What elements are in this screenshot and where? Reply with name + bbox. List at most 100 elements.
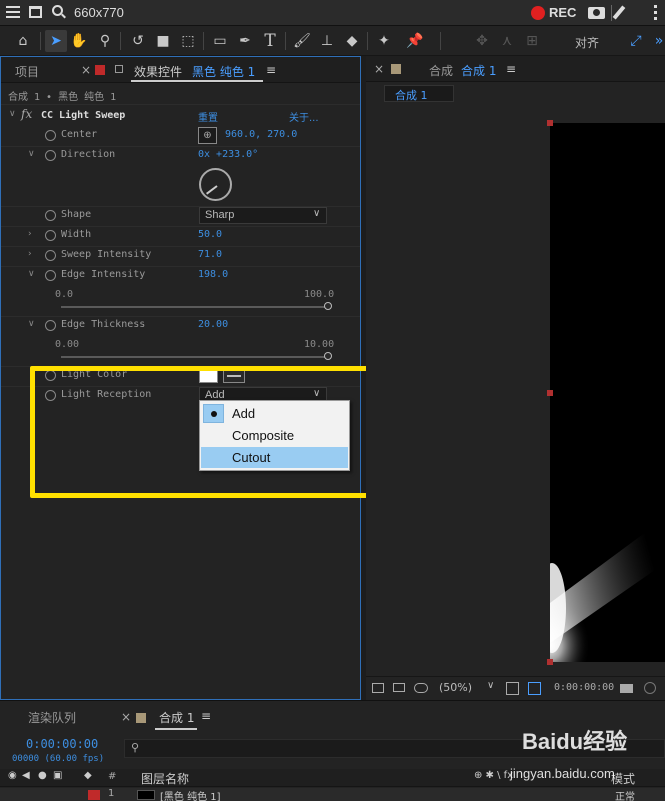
stopwatch-icon[interactable] bbox=[45, 250, 56, 261]
tab-project[interactable]: 项目 bbox=[15, 63, 39, 80]
width-value[interactable]: 50.0 bbox=[198, 229, 222, 240]
rectangle-tool-icon[interactable]: ▭ bbox=[209, 30, 231, 52]
layer-name[interactable]: [黑色 纯色 1] bbox=[160, 788, 221, 801]
axis-world-icon[interactable]: ⋏ bbox=[496, 30, 518, 52]
camera-icon[interactable] bbox=[588, 7, 605, 19]
twirl-closed-icon[interactable]: › bbox=[28, 229, 32, 239]
direction-value[interactable]: 0x +233.0° bbox=[198, 149, 258, 160]
column-layer-name[interactable]: 图层名称 bbox=[141, 770, 189, 787]
label-tag-icon[interactable]: ◆ bbox=[84, 770, 92, 781]
stopwatch-icon[interactable] bbox=[45, 130, 56, 141]
audio-icon[interactable]: ◀ bbox=[22, 770, 30, 781]
twirl-open-icon[interactable]: ∨ bbox=[28, 149, 35, 159]
fit-icon[interactable] bbox=[506, 682, 519, 695]
visibility-icon[interactable]: ◉ bbox=[8, 770, 17, 781]
workspace-icon[interactable]: » bbox=[648, 30, 665, 52]
zoom-tool-icon[interactable]: ⚲ bbox=[94, 30, 116, 52]
composition-viewer[interactable] bbox=[550, 123, 665, 662]
more-icon[interactable] bbox=[654, 5, 657, 21]
puppet-pin-tool-icon[interactable]: 📌 bbox=[404, 30, 426, 52]
home-icon[interactable]: ⌂ bbox=[12, 30, 34, 52]
panel-menu-icon[interactable]: ≡ bbox=[506, 62, 516, 76]
close-tab-icon[interactable]: × bbox=[81, 63, 91, 77]
close-tab-icon[interactable]: × bbox=[374, 62, 384, 76]
type-tool-icon[interactable]: T bbox=[259, 30, 281, 52]
layer-mode[interactable]: 正常 bbox=[615, 788, 635, 801]
stopwatch-icon[interactable] bbox=[45, 230, 56, 241]
edge-thickness-value[interactable]: 20.00 bbox=[198, 319, 228, 330]
stopwatch-icon[interactable] bbox=[45, 320, 56, 331]
twirl-open-icon[interactable]: ∨ bbox=[28, 319, 35, 329]
edge-intensity-value[interactable]: 198.0 bbox=[198, 269, 228, 280]
center-value[interactable]: 960.0, 270.0 bbox=[225, 129, 297, 140]
property-label: Edge Intensity bbox=[61, 269, 146, 280]
selection-tool-icon[interactable]: ➤ bbox=[45, 30, 67, 52]
column-hash: # bbox=[108, 771, 117, 782]
collapse-twirl-icon[interactable]: ∨ bbox=[9, 109, 16, 119]
layer-handle[interactable] bbox=[547, 659, 553, 665]
timeline-timecode[interactable]: 0:00:00:00 bbox=[26, 737, 98, 751]
comp-tab-prefix[interactable]: 合成 bbox=[429, 62, 453, 79]
fx-icon[interactable]: fx bbox=[21, 107, 32, 121]
chevron-down-icon[interactable]: ∨ bbox=[487, 680, 494, 691]
reset-link[interactable]: 重置 bbox=[198, 109, 218, 124]
panel-menu-icon[interactable]: ≡ bbox=[201, 709, 211, 723]
twirl-open-icon[interactable]: ∨ bbox=[28, 269, 35, 279]
axis-local-icon[interactable]: ✥ bbox=[471, 30, 493, 52]
eraser-tool-icon[interactable]: ◆ bbox=[341, 30, 363, 52]
solo-icon[interactable]: ● bbox=[38, 770, 47, 781]
effect-header-row[interactable]: ∨ fx CC Light Sweep 重置 关于... bbox=[1, 106, 360, 126]
snap-icon[interactable]: ⤢ bbox=[625, 30, 647, 52]
window-icon[interactable] bbox=[29, 6, 42, 18]
rotate-tool-icon[interactable]: ↺ bbox=[127, 30, 149, 52]
axis-view-icon[interactable]: ⊞ bbox=[521, 30, 543, 52]
lock-icon[interactable]: ▣ bbox=[53, 770, 62, 781]
pen-icon[interactable] bbox=[612, 5, 626, 20]
edge-thickness-slider-knob[interactable] bbox=[324, 352, 332, 360]
panel-menu-icon[interactable]: ≡ bbox=[266, 63, 276, 77]
comp-tab-name[interactable]: 合成 1 bbox=[461, 62, 496, 79]
layer-handle[interactable] bbox=[547, 390, 553, 396]
pen-tool-icon[interactable]: ✒ bbox=[234, 30, 256, 52]
switches-icon[interactable]: ⊕ ✱ \ fx bbox=[474, 770, 513, 781]
twirl-closed-icon[interactable]: › bbox=[28, 249, 32, 259]
tab-timeline-comp[interactable]: 合成 1 bbox=[159, 709, 194, 726]
record-dot-icon[interactable] bbox=[531, 6, 545, 20]
sweep-intensity-value[interactable]: 71.0 bbox=[198, 249, 222, 260]
hand-tool-icon[interactable]: ✋ bbox=[68, 30, 90, 52]
direction-angle-dial[interactable] bbox=[199, 168, 232, 201]
shape-dropdown[interactable]: Sharp ∨ bbox=[199, 207, 327, 224]
stopwatch-icon[interactable] bbox=[45, 210, 56, 221]
about-link[interactable]: 关于... bbox=[289, 109, 319, 124]
tab-effect-controls[interactable]: 效果控件 bbox=[134, 63, 182, 80]
layer-row[interactable]: 1 [黑色 纯色 1] 正常 bbox=[0, 788, 665, 801]
camera-icon[interactable] bbox=[620, 684, 633, 693]
rec-button[interactable]: REC bbox=[549, 5, 576, 20]
color-picker-icon[interactable] bbox=[644, 682, 656, 694]
lock-icon[interactable] bbox=[115, 65, 123, 73]
edge-intensity-slider-track[interactable] bbox=[61, 306, 327, 308]
layer-label-color[interactable] bbox=[88, 790, 100, 800]
pan-behind-tool-icon[interactable]: ⬚ bbox=[177, 30, 199, 52]
comp-subtab[interactable]: 合成 1 bbox=[384, 85, 454, 102]
zoom-dropdown[interactable]: (50%) bbox=[439, 681, 472, 694]
edge-intensity-slider-knob[interactable] bbox=[324, 302, 332, 310]
comp-timecode[interactable]: 0:00:00:00 bbox=[554, 682, 614, 693]
region-of-interest-icon[interactable] bbox=[528, 682, 541, 695]
roto-brush-tool-icon[interactable]: ✦ bbox=[373, 30, 395, 52]
tab-effect-layer-name[interactable]: 黑色 纯色 1 bbox=[192, 63, 255, 80]
close-tab-icon[interactable]: × bbox=[121, 710, 131, 724]
stopwatch-icon[interactable] bbox=[45, 270, 56, 281]
layer-handle[interactable] bbox=[547, 120, 553, 126]
snapshot-icon[interactable] bbox=[372, 683, 384, 693]
monitor-icon[interactable] bbox=[393, 683, 405, 692]
mask-icon[interactable] bbox=[414, 683, 428, 693]
clone-stamp-tool-icon[interactable]: ⊥ bbox=[316, 30, 338, 52]
camera-tool-icon[interactable]: ■ bbox=[152, 30, 174, 52]
edge-thickness-slider-track[interactable] bbox=[61, 356, 327, 358]
brush-tool-icon[interactable]: 🖌 bbox=[291, 30, 313, 52]
crosshair-point-icon[interactable]: ⊕ bbox=[198, 127, 217, 144]
tab-render-queue[interactable]: 渲染队列 bbox=[28, 709, 76, 726]
hamburger-menu-icon[interactable] bbox=[6, 6, 20, 18]
stopwatch-icon[interactable] bbox=[45, 150, 56, 161]
